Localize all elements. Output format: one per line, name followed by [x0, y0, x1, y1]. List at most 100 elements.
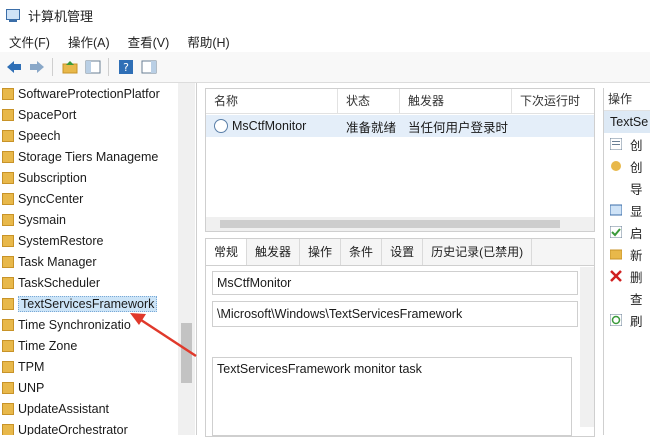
tree-item[interactable]: SyncCenter: [0, 188, 196, 209]
window-title: 计算机管理: [28, 8, 94, 24]
back-arrow-icon[interactable]: [5, 58, 23, 76]
action-create-task[interactable]: 创: [604, 155, 650, 177]
action-refresh[interactable]: 刷: [604, 309, 650, 331]
computer-management-icon: [6, 8, 20, 22]
folder-icon: [2, 213, 14, 226]
tree-item-label: TaskScheduler: [18, 275, 100, 290]
column-header-trigger[interactable]: 触发器: [400, 89, 512, 113]
task-list-header: 名称 状态 触发器 下次运行时: [206, 89, 594, 114]
task-description-field[interactable]: TextServicesFramework monitor task: [212, 357, 572, 436]
actions-pane: 操作 TextSe 创 创 导 显 启 新 删 查 刷: [603, 88, 650, 435]
tree-item-label: Storage Tiers Manageme: [18, 149, 159, 164]
task-new-icon: [611, 161, 621, 171]
forward-arrow-icon[interactable]: [28, 58, 46, 76]
delete-x-icon: [610, 270, 622, 282]
tree-list: SoftwareProtectionPlatfor SpacePort Speech…: [0, 83, 196, 435]
action-display[interactable]: 显: [604, 199, 650, 221]
task-location-field[interactable]: \Microsoft\Windows\TextServicesFramework: [212, 301, 578, 327]
display-icon: [610, 204, 622, 216]
folder-icon: [2, 402, 14, 415]
task-create-icon: [610, 138, 622, 150]
action-create-basic-task[interactable]: 创: [604, 133, 650, 155]
task-list-pane: 名称 状态 触发器 下次运行时 MsCtfMonitor 准备就绪 当任何用户登…: [205, 88, 595, 232]
tree-scrollbar-thumb[interactable]: [181, 323, 192, 383]
tab-triggers[interactable]: 触发器: [247, 239, 301, 265]
folder-icon: [2, 129, 14, 142]
action-enable[interactable]: 启: [604, 221, 650, 243]
tree-item-label: TextServicesFramework: [18, 295, 158, 312]
table-row[interactable]: MsCtfMonitor 准备就绪 当任何用户登录时: [206, 115, 594, 137]
tree-item[interactable]: SpacePort: [0, 104, 196, 125]
folder-icon: [2, 150, 14, 163]
up-folder-icon[interactable]: [61, 58, 79, 76]
help-icon[interactable]: ?: [117, 58, 135, 76]
folder-icon: [2, 360, 14, 373]
tree-item[interactable]: Storage Tiers Manageme: [0, 146, 196, 167]
folder-icon: [2, 108, 14, 121]
detail-scrollbar[interactable]: [580, 267, 594, 427]
folder-icon: [610, 249, 622, 260]
tree-item-label: Time Zone: [18, 338, 78, 353]
menu-file[interactable]: 文件(F): [0, 32, 59, 51]
tree-item-label: UNP: [18, 380, 45, 395]
tree-item[interactable]: Task Manager: [0, 251, 196, 272]
tree-item-label: SystemRestore: [18, 233, 104, 248]
tree-item[interactable]: UpdateOrchestrator: [0, 419, 196, 435]
folder-icon: [2, 255, 14, 268]
show-hide-tree-icon[interactable]: [84, 58, 102, 76]
show-action-pane-icon[interactable]: [140, 58, 158, 76]
folder-icon: [2, 339, 14, 352]
detail-tabs: 常规 触发器 操作 条件 设置 历史记录(已禁用): [206, 239, 594, 266]
task-name-field[interactable]: MsCtfMonitor: [212, 271, 578, 295]
task-status: 准备就绪: [346, 120, 397, 135]
task-list-hscroll-thumb[interactable]: [220, 220, 560, 228]
menu-view[interactable]: 查看(V): [119, 32, 179, 51]
task-trigger: 当任何用户登录时: [408, 120, 509, 135]
action-import[interactable]: 导: [604, 177, 650, 199]
tab-history[interactable]: 历史记录(已禁用): [423, 239, 533, 265]
tree-item[interactable]: UpdateAssistant: [0, 398, 196, 419]
column-header-next-run[interactable]: 下次运行时: [512, 89, 594, 113]
tree-item[interactable]: Time Zone: [0, 335, 196, 356]
folder-icon: [2, 297, 14, 310]
action-new-folder[interactable]: 新: [604, 243, 650, 265]
tree-item-label: UpdateAssistant: [18, 401, 110, 416]
tab-settings[interactable]: 设置: [382, 239, 424, 265]
tree-item[interactable]: Time Synchronizatio: [0, 314, 196, 335]
tree-item[interactable]: SystemRestore: [0, 230, 196, 251]
tree-item-label: SpacePort: [18, 107, 77, 122]
tree-item-label: Task Manager: [18, 254, 97, 269]
tree-item[interactable]: UNP: [0, 377, 196, 398]
tree-item[interactable]: TextServicesFramework: [0, 293, 196, 314]
tree-item-label: UpdateOrchestrator: [18, 422, 128, 436]
folder-icon: [2, 192, 14, 205]
column-header-name[interactable]: 名称: [206, 89, 338, 113]
menu-action[interactable]: 操作(A): [59, 32, 119, 51]
tab-actions[interactable]: 操作: [300, 239, 342, 265]
import-icon: [610, 182, 622, 194]
tree-item-label: Sysmain: [18, 212, 66, 227]
task-name: MsCtfMonitor: [232, 118, 307, 133]
task-list-hscrollbar[interactable]: [206, 217, 594, 231]
tree-item[interactable]: Sysmain: [0, 209, 196, 230]
menu-help[interactable]: 帮助(H): [178, 32, 238, 51]
tree-item-label: SyncCenter: [18, 191, 84, 206]
tree-item[interactable]: Speech: [0, 125, 196, 146]
tree-item-label: Subscription: [18, 170, 87, 185]
tree-item[interactable]: TaskScheduler: [0, 272, 196, 293]
tree-item[interactable]: Subscription: [0, 167, 196, 188]
title-bar: 计算机管理: [0, 0, 650, 30]
folder-icon: [2, 234, 14, 247]
column-header-status[interactable]: 状态: [338, 89, 400, 113]
action-delete[interactable]: 删: [604, 265, 650, 287]
tree-item-label: Time Synchronizatio: [18, 317, 131, 332]
tree-item[interactable]: SoftwareProtectionPlatfor: [0, 83, 196, 104]
tab-general[interactable]: 常规: [206, 239, 248, 265]
tree-item-label: SoftwareProtectionPlatfor: [18, 86, 160, 101]
task-clock-icon: [214, 119, 228, 134]
tree-item-label: TPM: [18, 359, 45, 374]
action-view[interactable]: 查: [604, 287, 650, 309]
actions-selected-section[interactable]: TextSe: [604, 111, 650, 133]
tab-conditions[interactable]: 条件: [341, 239, 383, 265]
tree-item[interactable]: TPM: [0, 356, 196, 377]
